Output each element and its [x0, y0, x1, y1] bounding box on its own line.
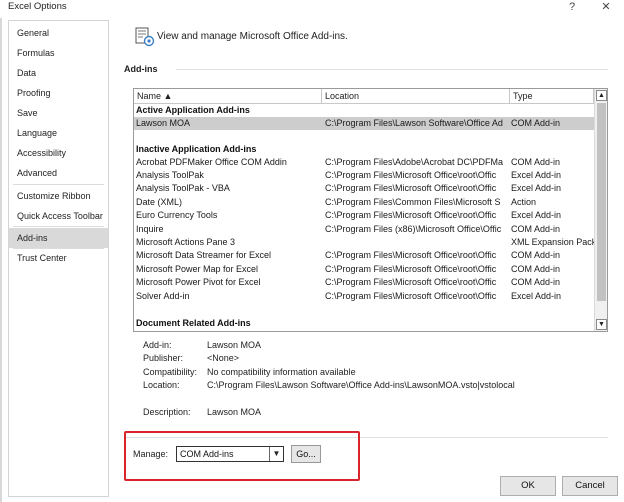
table-row[interactable]: Acrobat PDFMaker Office COM Addin C:\Pro…	[134, 156, 594, 169]
table-row[interactable]: Analysis ToolPak - VBA C:\Program Files\…	[134, 182, 594, 195]
row-name: Microsoft Data Streamer for Excel	[136, 250, 272, 260]
group-header: Active Application Add-ins	[136, 105, 250, 115]
options-nav: General Formulas Data Proofing Save Lang…	[8, 20, 109, 497]
detail-value-description: Lawson MOA	[207, 407, 262, 417]
chevron-down-icon[interactable]: ▼	[269, 447, 283, 461]
detail-label-location: Location:	[143, 380, 180, 390]
row-location: C:\Program Files\Lawson Software\Office …	[325, 118, 503, 128]
row-location: C:\Program Files\Microsoft Office\root\O…	[325, 210, 497, 220]
cancel-button[interactable]: Cancel	[562, 476, 618, 496]
nav-item-data[interactable]: Data	[9, 63, 108, 83]
manage-dropdown[interactable]: COM Add-ins ▼	[176, 446, 284, 462]
table-row[interactable]: Microsoft Power Pivot for Excel C:\Progr…	[134, 276, 594, 289]
table-row[interactable]: Date (XML) C:\Program Files\Common Files…	[134, 196, 594, 209]
nav-divider	[13, 184, 104, 185]
row-name: Date (XML)	[136, 197, 183, 207]
help-button[interactable]: ?	[562, 0, 582, 16]
row-name: Analysis ToolPak	[136, 170, 204, 180]
section-title: Add-ins	[124, 64, 158, 74]
row-name: Euro Currency Tools	[136, 210, 218, 220]
page-header: View and manage Microsoft Office Add-ins…	[157, 31, 348, 42]
row-location: C:\Program Files\Microsoft Office\root\O…	[325, 170, 497, 180]
scroll-up-icon[interactable]: ▲	[596, 90, 607, 101]
row-name: Microsoft Power Map for Excel	[136, 264, 259, 274]
go-button[interactable]: Go...	[291, 445, 321, 463]
row-type: Excel Add-in	[511, 291, 562, 301]
nav-item-quick-access-toolbar[interactable]: Quick Access Toolbar	[9, 206, 108, 226]
row-location: C:\Program Files\Common Files\Microsoft …	[325, 197, 501, 207]
add-ins-table[interactable]: Name ▲ Location Type Active Application …	[133, 88, 608, 332]
list-scrollbar[interactable]: ▲ ▼	[594, 89, 607, 331]
row-type: Excel Add-in	[511, 183, 562, 193]
manage-label: Manage:	[133, 449, 169, 459]
detail-label-publisher: Publisher:	[143, 353, 184, 363]
table-row[interactable]: Solver Add-in C:\Program Files\Microsoft…	[134, 290, 594, 303]
group-header: Document Related Add-ins	[136, 318, 251, 328]
row-location: C:\Program Files\Microsoft Office\root\O…	[325, 250, 497, 260]
nav-item-customize-ribbon[interactable]: Customize Ribbon	[9, 186, 108, 206]
close-button[interactable]: ✕	[596, 0, 616, 16]
row-type: Excel Add-in	[511, 210, 562, 220]
nav-item-accessibility[interactable]: Accessibility	[9, 143, 108, 163]
row-location: C:\Program Files\Microsoft Office\root\O…	[325, 183, 497, 193]
table-row[interactable]: Microsoft Actions Pane 3 XML Expansion P…	[134, 236, 594, 249]
row-name: Acrobat PDFMaker Office COM Addin	[136, 157, 287, 167]
row-type: COM Add-in	[511, 277, 561, 287]
detail-value-publisher: <None>	[207, 353, 240, 363]
row-name: Microsoft Power Pivot for Excel	[136, 277, 261, 287]
table-row[interactable]: Lawson MOA C:\Program Files\Lawson Softw…	[134, 117, 594, 130]
row-name: Microsoft Actions Pane 3	[136, 237, 236, 247]
row-type: COM Add-in	[511, 250, 561, 260]
section-divider	[176, 69, 608, 70]
table-row[interactable]: Analysis ToolPak C:\Program Files\Micros…	[134, 169, 594, 182]
group-header: Inactive Application Add-ins	[136, 144, 257, 154]
table-row[interactable]: Inquire C:\Program Files (x86)\Microsoft…	[134, 223, 594, 236]
row-name: Solver Add-in	[136, 291, 190, 301]
detail-label-compatibility: Compatibility:	[143, 367, 198, 377]
nav-divider	[13, 226, 104, 227]
row-location: C:\Program Files\Microsoft Office\root\O…	[325, 277, 497, 287]
row-name: Analysis ToolPak - VBA	[136, 183, 230, 193]
row-type: COM Add-in	[511, 118, 561, 128]
nav-item-general[interactable]: General	[9, 23, 108, 43]
row-location: C:\Program Files\Adobe\Acrobat DC\PDFMa	[325, 157, 504, 167]
nav-item-language[interactable]: Language	[9, 123, 108, 143]
detail-label-addin: Add-in:	[143, 340, 172, 350]
window-edge	[0, 18, 2, 502]
row-location: C:\Program Files\Microsoft Office\root\O…	[325, 264, 497, 274]
column-header-name[interactable]: Name ▲	[134, 89, 322, 104]
nav-item-trust-center[interactable]: Trust Center	[9, 248, 108, 268]
table-row[interactable]: Euro Currency Tools C:\Program Files\Mic…	[134, 209, 594, 222]
row-type: COM Add-in	[511, 224, 561, 234]
row-type: Action	[511, 197, 537, 207]
detail-value-addin: Lawson MOA	[207, 340, 262, 350]
scroll-down-icon[interactable]: ▼	[596, 319, 607, 330]
table-row[interactable]: Microsoft Power Map for Excel C:\Program…	[134, 263, 594, 276]
row-type: COM Add-in	[511, 264, 561, 274]
detail-label-description: Description:	[143, 407, 191, 417]
manage-dropdown-value: COM Add-ins	[180, 449, 234, 459]
column-header-location[interactable]: Location	[322, 89, 510, 104]
row-name: Inquire	[136, 224, 164, 234]
detail-value-compatibility: No compatibility information available	[207, 367, 356, 377]
add-ins-icon	[135, 27, 155, 47]
nav-item-proofing[interactable]: Proofing	[9, 83, 108, 103]
row-type: COM Add-in	[511, 157, 561, 167]
row-type: XML Expansion Pack	[511, 237, 594, 247]
nav-item-formulas[interactable]: Formulas	[9, 43, 108, 63]
title-bar: Excel Options ? ✕	[0, 0, 624, 18]
row-location: C:\Program Files\Microsoft Office\root\O…	[325, 291, 497, 301]
ok-button[interactable]: OK	[500, 476, 556, 496]
scroll-thumb[interactable]	[597, 103, 606, 301]
nav-item-add-ins[interactable]: Add-ins	[9, 228, 108, 248]
table-row[interactable]: Microsoft Data Streamer for Excel C:\Pro…	[134, 249, 594, 262]
window-title: Excel Options	[8, 1, 67, 12]
detail-value-location: C:\Program Files\Lawson Software\Office …	[207, 380, 515, 390]
row-name: Lawson MOA	[136, 118, 191, 128]
row-type: Excel Add-in	[511, 170, 562, 180]
nav-item-save[interactable]: Save	[9, 103, 108, 123]
row-location: C:\Program Files (x86)\Microsoft Office\…	[325, 224, 502, 234]
nav-item-advanced[interactable]: Advanced	[9, 163, 108, 183]
column-header-type[interactable]: Type	[510, 89, 594, 104]
